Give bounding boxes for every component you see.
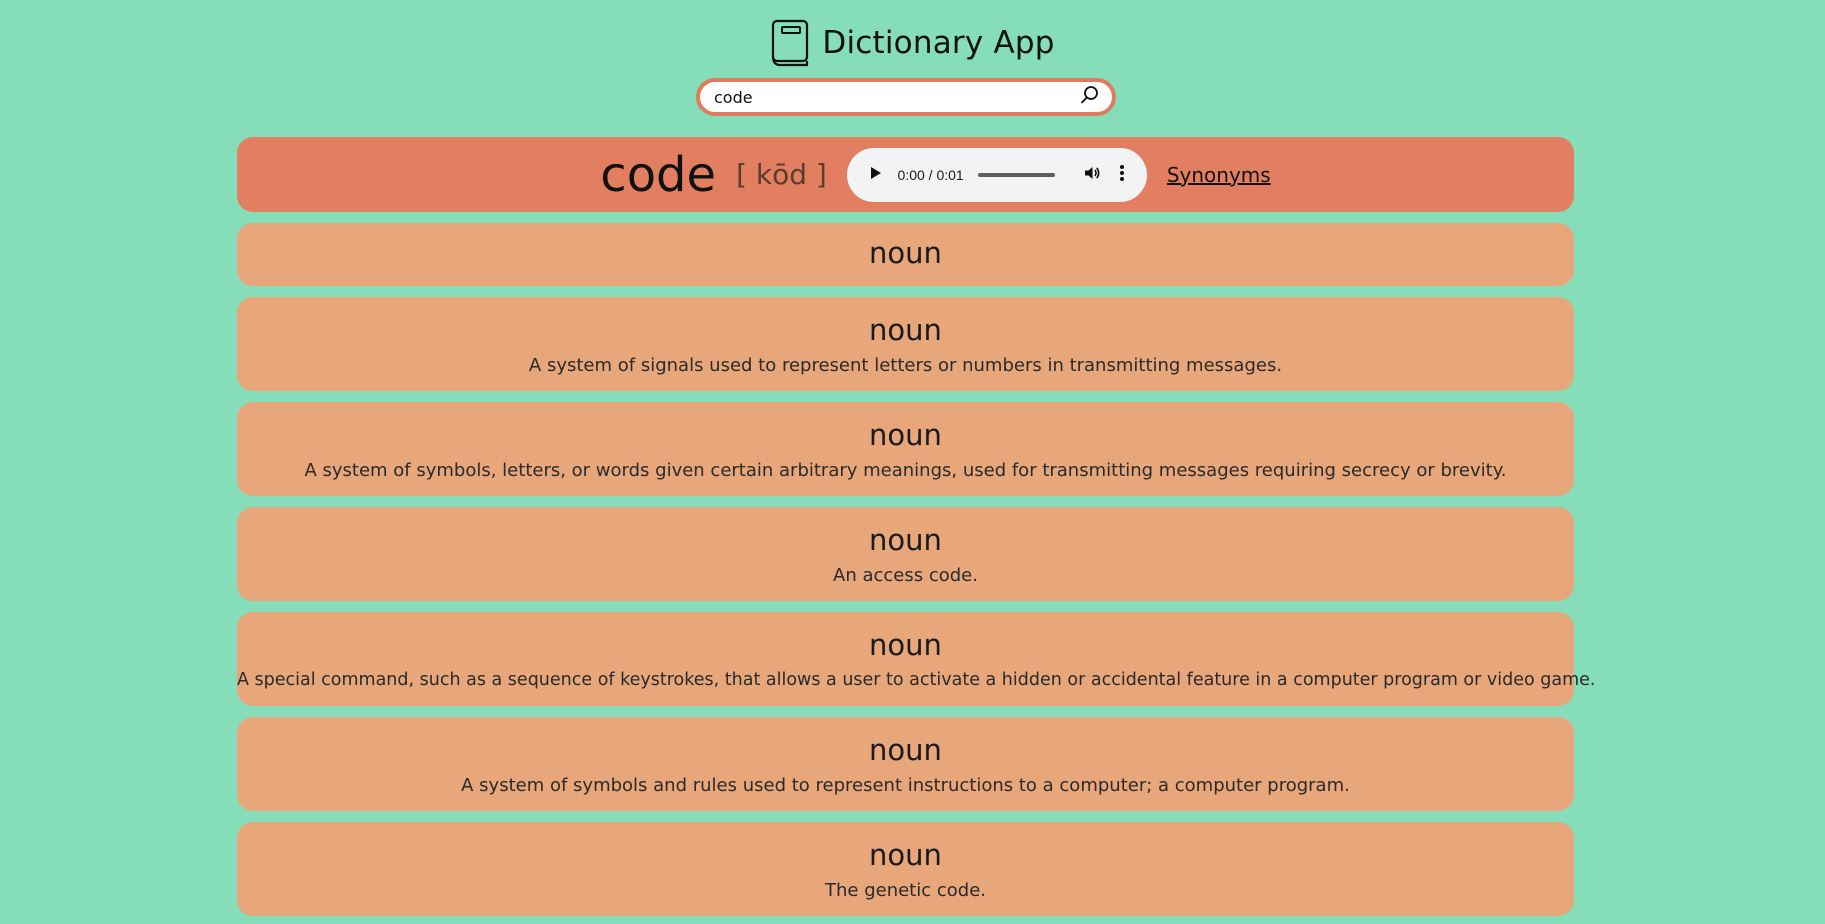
more-options-button[interactable]	[1112, 163, 1133, 187]
part-of-speech: noun	[869, 313, 942, 347]
meaning-card: noun A system of symbols and rules used …	[237, 717, 1574, 811]
meaning-card: noun The genetic code.	[237, 822, 1574, 916]
audio-time: 0:00 / 0:01	[897, 166, 964, 183]
word-phonetic: [ kōd ]	[736, 158, 827, 191]
meaning-card: noun A system of signals used to represe…	[237, 297, 1574, 391]
part-of-speech: noun	[869, 733, 942, 767]
meaning-card: noun An access code.	[237, 507, 1574, 601]
part-of-speech: noun	[869, 418, 942, 452]
meaning-card: noun	[237, 223, 1574, 286]
word-header: code [ kōd ] 0:00 / 0:01 Synonyms	[237, 137, 1574, 212]
meaning-card: noun A special command, such as a sequen…	[237, 612, 1596, 706]
word-title: code	[600, 146, 717, 203]
search-bar	[696, 78, 1116, 116]
definition-text: A system of symbols, letters, or words g…	[304, 460, 1507, 481]
definition-text: A special command, such as a sequence of…	[237, 670, 1596, 690]
play-icon	[870, 165, 882, 184]
volume-button[interactable]	[1081, 163, 1102, 187]
app-title: Dictionary App	[822, 25, 1055, 61]
part-of-speech: noun	[869, 236, 942, 270]
audio-progress-slider[interactable]	[977, 172, 1056, 177]
definition-text: A system of symbols and rules used to re…	[461, 775, 1350, 796]
more-vertical-icon	[1119, 164, 1125, 186]
meaning-card: noun A system of symbols, letters, or wo…	[237, 402, 1574, 496]
audio-player: 0:00 / 0:01	[846, 147, 1147, 202]
synonyms-link[interactable]: Synonyms	[1167, 163, 1271, 187]
definition-text: The genetic code.	[825, 880, 986, 901]
definition-text: A system of signals used to represent le…	[528, 355, 1283, 376]
search-icon	[1080, 85, 1100, 109]
volume-icon	[1083, 164, 1101, 186]
definition-text: An access code.	[833, 565, 978, 586]
part-of-speech: noun	[869, 523, 942, 557]
search-input[interactable]	[700, 82, 1068, 112]
app-header: Dictionary App	[0, 18, 1825, 68]
dictionary-page: Dictionary App code [ kōd ] 0:00 / 0:01	[0, 0, 1825, 924]
book-icon	[770, 19, 812, 67]
part-of-speech: noun	[869, 628, 942, 662]
play-button[interactable]	[865, 163, 888, 187]
search-button[interactable]	[1068, 82, 1112, 112]
part-of-speech: noun	[869, 838, 942, 872]
